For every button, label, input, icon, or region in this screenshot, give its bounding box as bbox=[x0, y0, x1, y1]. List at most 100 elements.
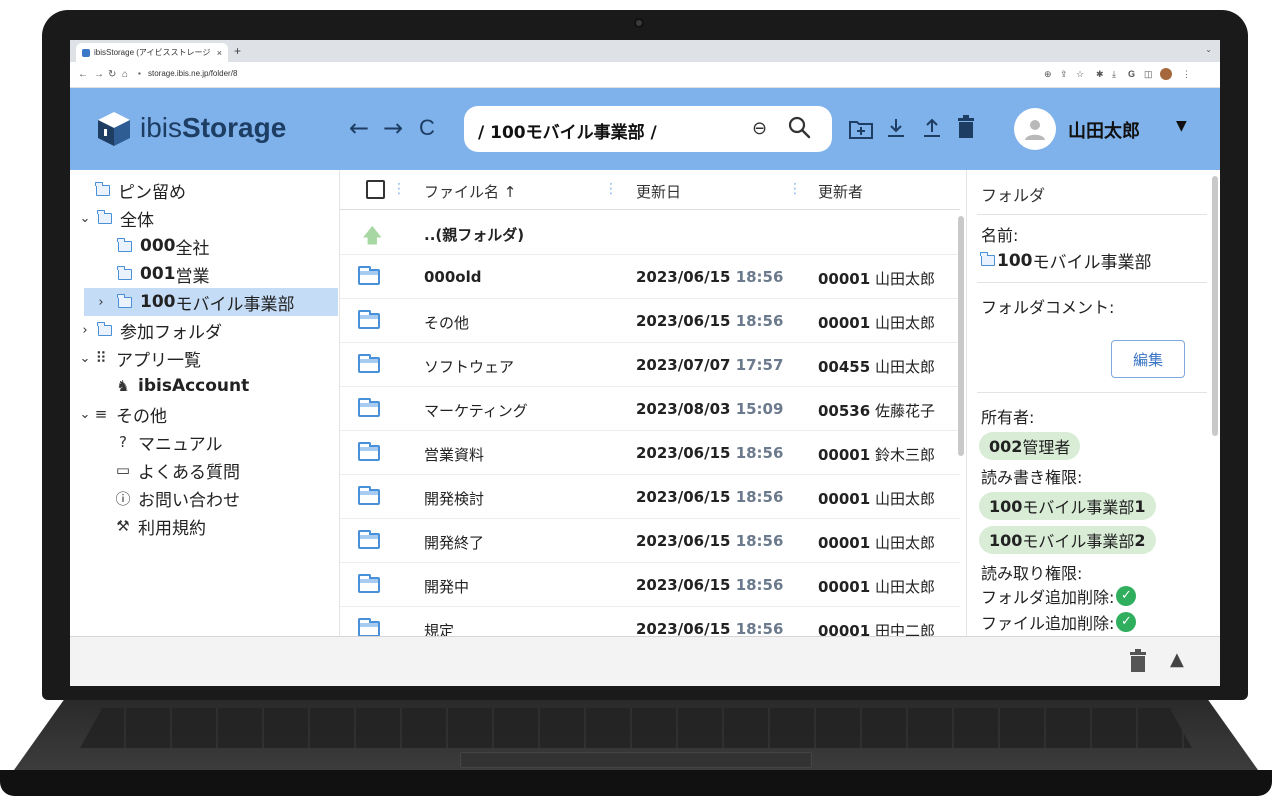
sidebar-item-apps[interactable]: ⌄ ⠿ アプリ一覧 bbox=[78, 344, 201, 372]
copy-link-icon[interactable]: ⊖ bbox=[752, 118, 767, 139]
folder-icon bbox=[358, 574, 380, 593]
google-icon[interactable]: G bbox=[1128, 69, 1135, 79]
sidebar-item-terms[interactable]: ⚒ 利用規約 bbox=[114, 512, 206, 540]
sidepanel-icon[interactable]: ◫ bbox=[1144, 69, 1153, 80]
zoom-icon[interactable]: ⊕ bbox=[1044, 69, 1052, 80]
sidebar-item-label: ピン留め bbox=[118, 182, 186, 203]
sidebar-item-ibisaccount[interactable]: ♞ ibisAccount bbox=[114, 372, 249, 400]
sidebar-item-manual[interactable]: ? マニュアル bbox=[114, 428, 222, 456]
column-separator-icon[interactable]: ⋮ bbox=[604, 181, 618, 197]
column-separator-icon[interactable]: ⋮ bbox=[788, 181, 802, 197]
lock-icon[interactable]: ▪ bbox=[138, 69, 141, 78]
user-id: 00536 bbox=[818, 402, 871, 420]
sidebar-item-sales[interactable]: 001 営業 bbox=[117, 260, 210, 288]
expand-up-icon[interactable]: ▲ bbox=[1170, 649, 1184, 670]
browser-home-icon[interactable]: ⌂ bbox=[122, 69, 128, 80]
user-name[interactable]: 山田太郎 bbox=[1068, 117, 1140, 143]
table-row[interactable]: 開発検討 2023/06/15 18:56 00001 山田太郎 bbox=[340, 475, 960, 519]
table-row[interactable]: マーケティング 2023/08/03 15:09 00536 佐藤花子 bbox=[340, 387, 960, 431]
trash-icon[interactable] bbox=[1128, 649, 1148, 673]
time-value: 17:57 bbox=[735, 356, 784, 374]
user-name: 鈴木三郎 bbox=[874, 446, 935, 464]
read-write-chip[interactable]: 100 モバイル事業部 2 bbox=[979, 526, 1156, 554]
laptop-bottom-edge bbox=[0, 770, 1272, 796]
file-name: 営業資料 bbox=[424, 446, 485, 464]
reload-button[interactable]: C bbox=[410, 110, 444, 146]
table-row[interactable]: その他 2023/06/15 18:56 00001 山田太郎 bbox=[340, 299, 960, 343]
chip-text: モバイル事業部 bbox=[1022, 498, 1135, 517]
folder-icon bbox=[95, 181, 110, 196]
column-header-updater[interactable]: 更新者 bbox=[818, 181, 863, 202]
upload-icon[interactable] bbox=[920, 116, 944, 140]
read-only-label: 読み取り権限: bbox=[981, 564, 1083, 583]
menu-kebab-icon[interactable]: ⋮ bbox=[1182, 69, 1191, 80]
table-row[interactable]: 000old 2023/06/15 18:56 00001 山田太郎 bbox=[340, 255, 960, 299]
table-row[interactable]: ソフトウェア 2023/07/07 17:57 00455 山田太郎 bbox=[340, 343, 960, 387]
chevron-down-icon[interactable]: ⌄ bbox=[78, 211, 92, 226]
share-icon[interactable]: ⇪ bbox=[1060, 69, 1068, 80]
chevron-down-icon[interactable]: ⌄ bbox=[78, 407, 92, 422]
bookmark-star-icon[interactable]: ☆ bbox=[1076, 69, 1084, 80]
chip-suffix: 1 bbox=[1134, 496, 1146, 516]
chevron-right-icon[interactable]: › bbox=[78, 323, 92, 338]
table-row[interactable]: 営業資料 2023/06/15 18:56 00001 鈴木三郎 bbox=[340, 431, 960, 475]
user-menu-caret-icon[interactable]: ▼ bbox=[1176, 118, 1187, 134]
owner-chip[interactable]: 002 管理者 bbox=[979, 432, 1081, 460]
sidebar-item-pinned[interactable]: ピン留め bbox=[95, 176, 186, 204]
browser-tab[interactable]: ibisStorage (アイビスストレージ × bbox=[76, 43, 228, 62]
chevron-down-icon[interactable]: ⌄ bbox=[78, 351, 92, 366]
tab-list-chevron-icon[interactable]: ⌄ bbox=[1205, 45, 1212, 54]
new-folder-icon[interactable] bbox=[848, 118, 874, 140]
edit-comment-button[interactable]: 編集 bbox=[1111, 340, 1185, 378]
column-header-name[interactable]: ファイル名 ↑ bbox=[424, 181, 516, 202]
read-write-chip[interactable]: 100 モバイル事業部 1 bbox=[979, 492, 1156, 520]
sidebar-item-other[interactable]: ⌄ ≡ その他 bbox=[78, 400, 167, 428]
browser-tabbar: ibisStorage (アイビスストレージ × + ⌄ bbox=[70, 40, 1220, 62]
folder-comment-label: フォルダコメント: bbox=[981, 298, 1115, 317]
folder-info-panel: フォルダ 名前: 100 モバイル事業部 フォルダコメント: 編集 所有者: 00… bbox=[966, 170, 1220, 636]
date-value: 2023/06/15 bbox=[636, 312, 731, 330]
address-bar[interactable]: storage.ibis.ne.jp/folder/8 bbox=[148, 69, 237, 78]
sidebar-item-label: 利用規約 bbox=[138, 518, 206, 539]
chevron-right-icon[interactable]: › bbox=[94, 295, 108, 310]
sidebar-item-contact[interactable]: ⓘ お問い合わせ bbox=[114, 484, 240, 512]
date-value: 2023/07/07 bbox=[636, 356, 731, 374]
extension-icon[interactable]: ✱ bbox=[1096, 69, 1104, 80]
back-button[interactable]: ← bbox=[342, 110, 376, 146]
chip-suffix: 2 bbox=[1134, 530, 1146, 550]
panel-scrollbar[interactable] bbox=[1212, 176, 1218, 436]
search-icon[interactable] bbox=[786, 114, 814, 142]
table-row[interactable]: 開発終了 2023/06/15 18:56 00001 山田太郎 bbox=[340, 519, 960, 563]
select-all-checkbox[interactable] bbox=[366, 180, 385, 199]
download-icon[interactable] bbox=[884, 116, 908, 140]
sidebar-item-faq[interactable]: ▭ よくある質問 bbox=[114, 456, 240, 484]
browser-forward-icon[interactable]: → bbox=[94, 69, 104, 80]
profile-avatar-icon[interactable] bbox=[1160, 68, 1172, 80]
browser-reload-icon[interactable]: ↻ bbox=[108, 69, 116, 80]
forward-button[interactable]: → bbox=[376, 110, 410, 146]
date-value: 2023/06/15 bbox=[636, 532, 731, 550]
column-separator-icon[interactable]: ⋮ bbox=[392, 181, 406, 197]
parent-folder-row[interactable]: 🡅 ..(親フォルダ) bbox=[340, 211, 960, 255]
app-logo-text[interactable]: ibisStorage bbox=[140, 112, 286, 144]
path-search-box[interactable]: / 100モバイル事業部 / ⊖ bbox=[464, 106, 832, 152]
sidebar-item-joined-folders[interactable]: › 参加フォルダ bbox=[78, 316, 222, 344]
bottom-bar: ▲ bbox=[70, 636, 1220, 686]
trash-icon[interactable] bbox=[956, 115, 976, 139]
updated-date: 2023/06/15 18:56 bbox=[636, 444, 783, 462]
user-avatar[interactable] bbox=[1014, 108, 1056, 150]
browser-back-icon[interactable]: ← bbox=[78, 69, 88, 80]
tab-close-icon[interactable]: × bbox=[217, 48, 222, 58]
sidebar-item-label: その他 bbox=[116, 406, 167, 427]
updater: 00001 鈴木三郎 bbox=[818, 444, 935, 465]
sidebar-item-all[interactable]: ⌄ 全体 bbox=[78, 204, 154, 232]
new-tab-button[interactable]: + bbox=[234, 44, 241, 58]
sidebar-item-company[interactable]: 000 全社 bbox=[117, 232, 210, 260]
file-list-scrollbar[interactable] bbox=[958, 216, 964, 456]
column-header-date[interactable]: 更新日 bbox=[636, 181, 681, 202]
browser-toolbar: ← → ↻ ⌂ ▪ storage.ibis.ne.jp/folder/8 ⊕ … bbox=[70, 62, 1220, 88]
sidebar-item-mobile-division[interactable]: › 100 モバイル事業部 bbox=[84, 288, 338, 316]
sidebar-item-label: よくある質問 bbox=[138, 462, 240, 483]
table-row[interactable]: 開発中 2023/06/15 18:56 00001 山田太郎 bbox=[340, 563, 960, 607]
download-icon[interactable]: ⤓ bbox=[1112, 69, 1116, 80]
